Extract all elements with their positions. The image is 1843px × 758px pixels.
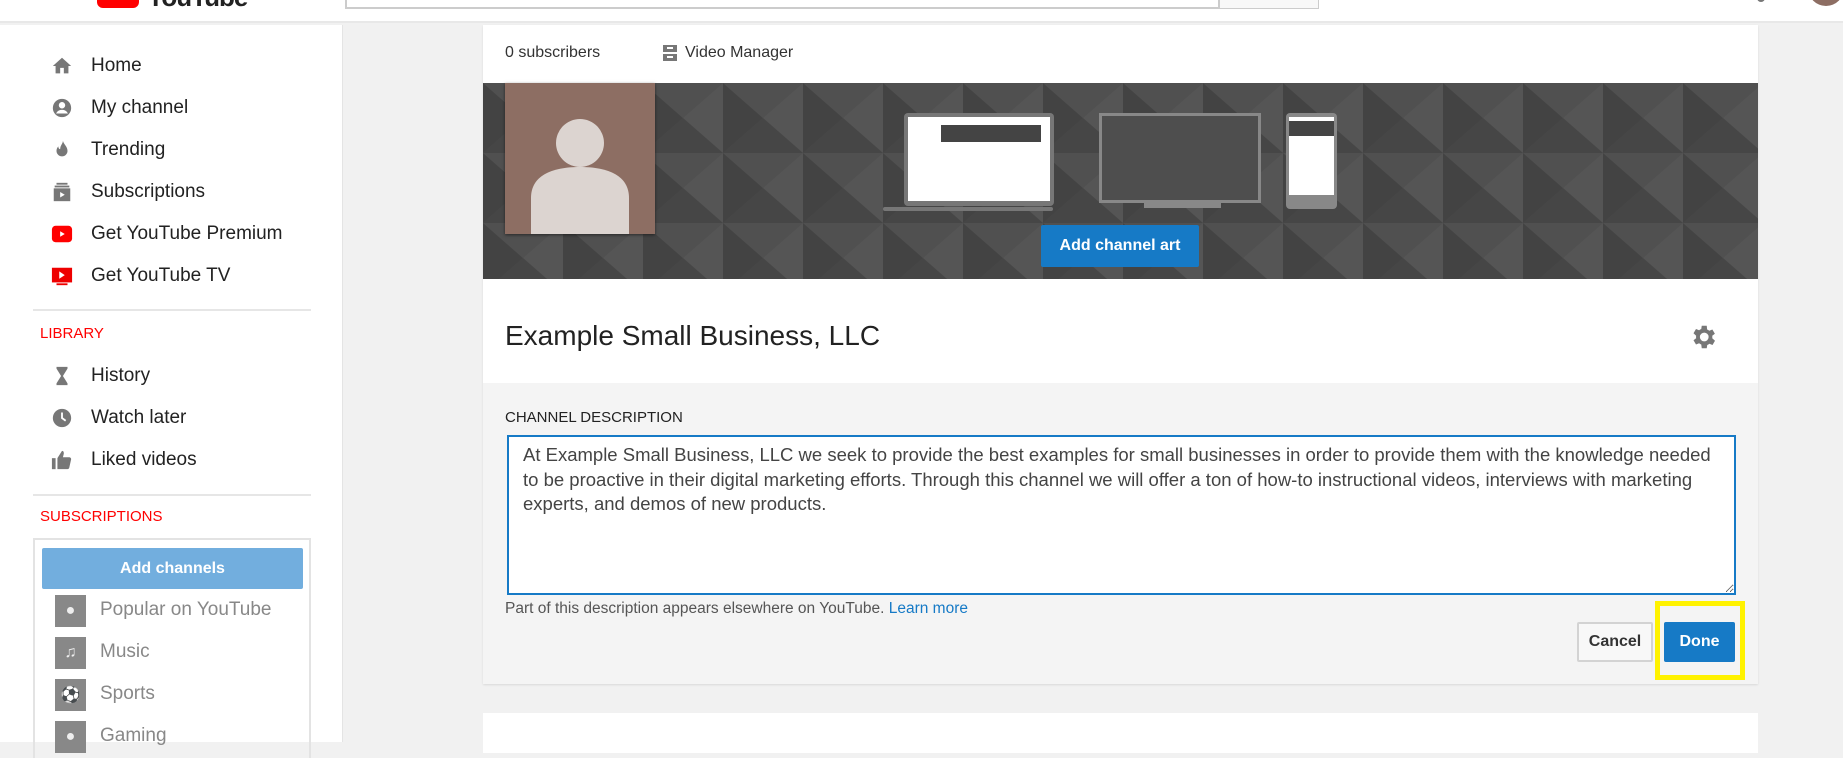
channel-title: Example Small Business, LLC [505, 320, 881, 351]
sidebar-item-youtube-tv[interactable]: Get YouTube TV [0, 260, 343, 292]
next-card [483, 713, 1758, 753]
laptop-illustration [883, 113, 1054, 211]
youtube-logo[interactable]: YouTube [97, 0, 248, 12]
library-heading: LIBRARY [40, 325, 104, 342]
description-help: Part of this description appears elsewhe… [505, 600, 968, 617]
youtube-tv-icon [51, 265, 73, 287]
sidebar-divider [33, 494, 311, 496]
search-button[interactable] [1219, 0, 1319, 9]
subscriptions-heading: SUBSCRIPTIONS [40, 508, 163, 525]
sidebar-item-history[interactable]: History [0, 360, 343, 392]
sidebar-item-trending[interactable]: Trending [0, 134, 343, 166]
sidebar-item-my-channel[interactable]: My channel [0, 92, 343, 124]
hourglass-icon [51, 365, 73, 387]
phone-illustration [1286, 113, 1337, 209]
description-textarea[interactable]: At Example Small Business, LLC we seek t… [507, 435, 1736, 595]
gamepad-icon: ● [55, 721, 86, 753]
sidebar-item-home[interactable]: Home [0, 50, 343, 82]
notifications-icon[interactable] [1757, 0, 1765, 2]
tv-illustration [1099, 113, 1261, 208]
clock-icon [51, 407, 73, 429]
account-icon [51, 97, 73, 119]
channel-avatar[interactable] [505, 83, 655, 234]
highlight-box [1655, 601, 1745, 680]
video-manager-link[interactable]: Video Manager [663, 44, 793, 62]
sidebar-item-liked-videos[interactable]: Liked videos [0, 444, 343, 476]
music-note-icon: ♫ [55, 637, 86, 669]
soccer-ball-icon: ⚽ [55, 679, 86, 711]
subscriber-count: 0 subscribers [505, 44, 601, 61]
add-channel-art-button[interactable]: Add channel art [1041, 225, 1199, 267]
sidebar-item-subscriptions[interactable]: Subscriptions [0, 176, 343, 208]
add-channels-button[interactable]: Add channels [42, 548, 303, 589]
top-header: YouTube [0, 0, 1843, 23]
thumbs-up-icon [51, 449, 73, 471]
flame-icon [51, 139, 73, 161]
popular-icon: ● [55, 595, 86, 627]
search-input[interactable] [345, 0, 1220, 9]
sidebar-item-youtube-premium[interactable]: Get YouTube Premium [0, 218, 343, 250]
account-avatar[interactable] [1808, 0, 1843, 6]
subscriptions-icon [51, 181, 73, 203]
learn-more-link[interactable]: Learn more [889, 600, 968, 617]
gear-icon[interactable] [1688, 322, 1718, 352]
video-manager-icon [663, 45, 677, 61]
sidebar-item-watch-later[interactable]: Watch later [0, 402, 343, 434]
sidebar-divider [33, 309, 311, 311]
home-icon [51, 55, 73, 77]
description-label: CHANNEL DESCRIPTION [505, 409, 683, 426]
youtube-premium-icon [51, 223, 73, 245]
cancel-button[interactable]: Cancel [1577, 622, 1653, 662]
